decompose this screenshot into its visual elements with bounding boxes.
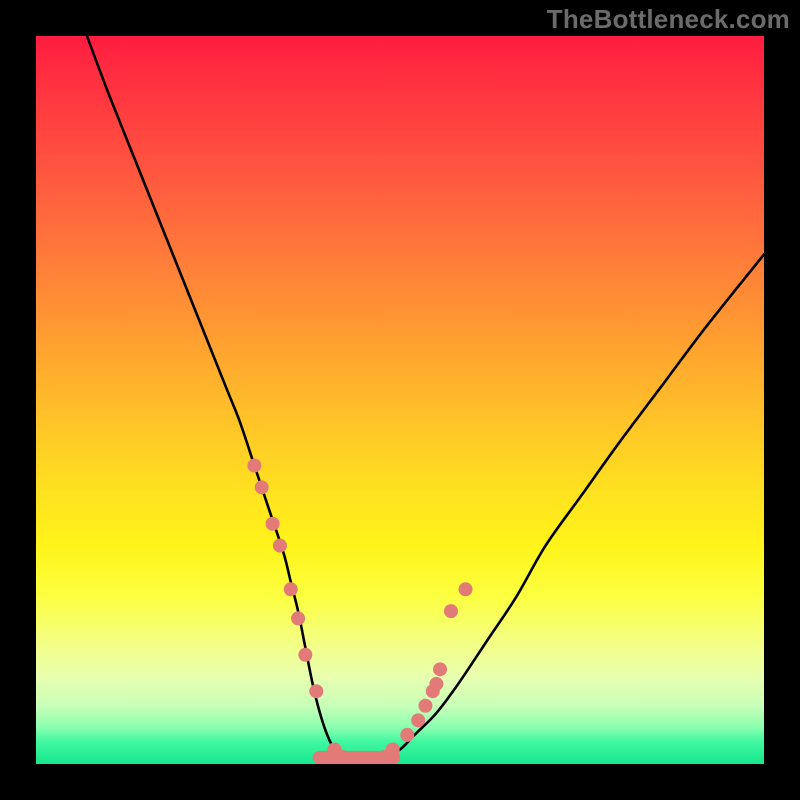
- chart-overlay: [36, 36, 764, 764]
- marker-dot: [444, 604, 458, 618]
- marker-dot: [309, 684, 323, 698]
- watermark-text: TheBottleneck.com: [547, 4, 790, 35]
- marker-dot: [291, 611, 305, 625]
- marker-dot: [335, 750, 349, 764]
- marker-dot: [429, 677, 443, 691]
- marker-dot: [298, 648, 312, 662]
- bottleneck-curve: [87, 36, 764, 764]
- marker-dot: [273, 539, 287, 553]
- marker-dots: [247, 459, 472, 764]
- marker-dot: [418, 699, 432, 713]
- marker-dot: [266, 517, 280, 531]
- marker-dot: [386, 742, 400, 756]
- marker-dot: [411, 713, 425, 727]
- plot-area: [36, 36, 764, 764]
- marker-dot: [433, 662, 447, 676]
- marker-dot: [459, 582, 473, 596]
- chart-frame: TheBottleneck.com: [0, 0, 800, 800]
- marker-dot: [247, 459, 261, 473]
- marker-dot: [284, 582, 298, 596]
- marker-dot: [255, 480, 269, 494]
- marker-dot: [400, 728, 414, 742]
